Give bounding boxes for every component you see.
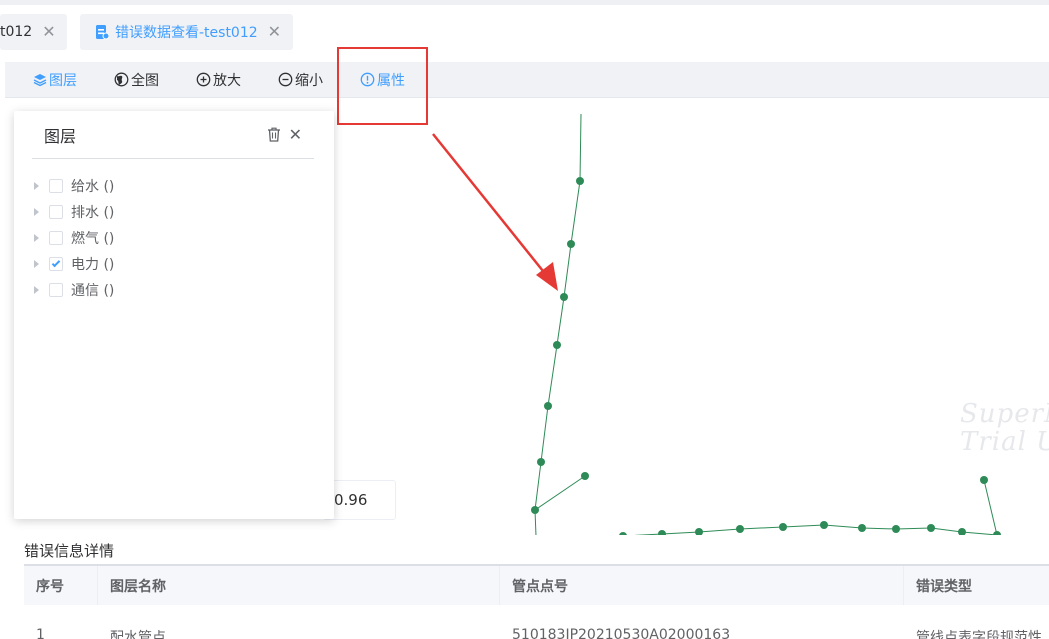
document-icon (96, 25, 109, 40)
layer-item-gas[interactable]: 燃气 () (34, 225, 114, 251)
expand-caret-icon[interactable] (34, 234, 39, 242)
error-detail-title: 错误信息详情 (24, 542, 115, 560)
full-extent-button[interactable]: 全图 (114, 62, 159, 97)
pipe-node[interactable] (576, 177, 584, 185)
layer-label: 排水 () (71, 205, 115, 221)
watermark-line: Trial U (960, 427, 1049, 457)
pipe-node[interactable] (779, 523, 787, 531)
layers-label: 图层 (49, 72, 77, 89)
layer-item-power[interactable]: 电力 () (34, 251, 114, 277)
layers-button[interactable]: 图层 (33, 62, 77, 97)
error-detail-section: 错误信息详情 序号 图层名称 管点点号 错误类型 1 配水管点 510183JP… (14, 535, 1049, 639)
layer-label: 通信 () (71, 283, 115, 299)
layer-checkbox-checked[interactable] (49, 257, 63, 271)
pipe-node[interactable] (544, 402, 552, 410)
pipe-node[interactable] (553, 341, 561, 349)
pipe-node[interactable] (820, 521, 828, 529)
pipe-node[interactable] (581, 472, 589, 480)
layer-checkbox[interactable] (49, 179, 63, 193)
layer-checkbox[interactable] (49, 231, 63, 245)
expand-caret-icon[interactable] (34, 182, 39, 190)
column-header[interactable]: 图层名称 (98, 566, 500, 605)
zoom-out-label: 缩小 (295, 72, 323, 89)
layer-checkbox[interactable] (49, 205, 63, 219)
tab-error-data-view[interactable]: 错误数据查看-test012 ✕ (80, 14, 293, 50)
zoom-in-label: 放大 (213, 72, 241, 89)
error-table-header: 序号 图层名称 管点点号 错误类型 (24, 564, 1049, 605)
trial-watermark: SuperM Trial U (960, 400, 1049, 456)
pipeline-lines (534, 113, 998, 536)
zoom-in-button[interactable]: 放大 (196, 62, 241, 97)
watermark-line: SuperM (960, 399, 1049, 429)
column-header[interactable]: 序号 (24, 566, 98, 605)
tab-previous[interactable]: t012 ✕ (0, 14, 67, 50)
map-toolbar: 图层 全图 放大 缩小 属性 (5, 62, 1049, 97)
tab-bar: t012 ✕ 错误数据查看-test012 ✕ (0, 5, 1049, 60)
pipe-node-highlighted[interactable] (560, 293, 568, 301)
layer-panel-header: 图层 ✕ (32, 111, 314, 159)
layer-checkbox[interactable] (49, 283, 63, 297)
zoom-out-button[interactable]: 缩小 (278, 62, 323, 97)
column-header[interactable]: 错误类型 (904, 566, 1049, 605)
table-row[interactable]: 1 配水管点 510183JP20210530A02000163 管线点表字段规… (24, 605, 1049, 639)
pipe-node[interactable] (980, 476, 988, 484)
pipe-node[interactable] (736, 525, 744, 533)
pipe-node[interactable] (567, 240, 575, 248)
layer-label: 电力 () (71, 257, 115, 273)
layer-label: 给水 () (71, 179, 115, 195)
layer-panel: 图层 ✕ 给水 () 排水 () 燃气 () 电力 () 通信 () (14, 111, 334, 519)
trash-icon[interactable] (267, 127, 281, 142)
tab-label: t012 (0, 24, 33, 40)
layer-tree: 给水 () 排水 () 燃气 () 电力 () 通信 () (34, 173, 114, 303)
column-header[interactable]: 管点点号 (500, 566, 904, 605)
pipe-nodes (531, 177, 1001, 536)
zoom-out-icon (278, 72, 293, 87)
pipe-node[interactable] (537, 458, 545, 466)
globe-icon (114, 72, 129, 87)
checkmark-icon (51, 258, 61, 268)
scale-value: 0.96 (334, 491, 368, 509)
layer-item-water-supply[interactable]: 给水 () (34, 173, 114, 199)
tab-close-icon[interactable]: ✕ (42, 24, 55, 40)
expand-caret-icon[interactable] (34, 208, 39, 216)
expand-caret-icon[interactable] (34, 286, 39, 294)
close-icon[interactable]: ✕ (289, 126, 302, 142)
full-extent-label: 全图 (131, 72, 159, 89)
zoom-in-icon (196, 72, 211, 87)
tab-label: 错误数据查看-test012 (115, 25, 258, 41)
layer-label: 燃气 () (71, 231, 115, 247)
pipe-node[interactable] (531, 506, 539, 514)
layer-item-drainage[interactable]: 排水 () (34, 199, 114, 225)
pipe-node[interactable] (892, 525, 900, 533)
annotation-highlight-box (337, 47, 428, 125)
layer-panel-actions: ✕ (267, 126, 302, 142)
layers-icon (33, 73, 47, 86)
pipe-node[interactable] (927, 524, 935, 532)
layer-panel-title: 图层 (44, 126, 77, 146)
table-cell: 1 (36, 627, 45, 639)
table-cell: 管线点表字段规范性 (916, 630, 1042, 639)
expand-caret-icon[interactable] (34, 260, 39, 268)
table-cell: 配水管点 (110, 630, 166, 639)
tab-close-icon[interactable]: ✕ (268, 24, 281, 40)
pipe-node[interactable] (858, 524, 866, 532)
table-cell: 510183JP20210530A02000163 (512, 627, 731, 639)
layer-item-telecom[interactable]: 通信 () (34, 277, 114, 303)
